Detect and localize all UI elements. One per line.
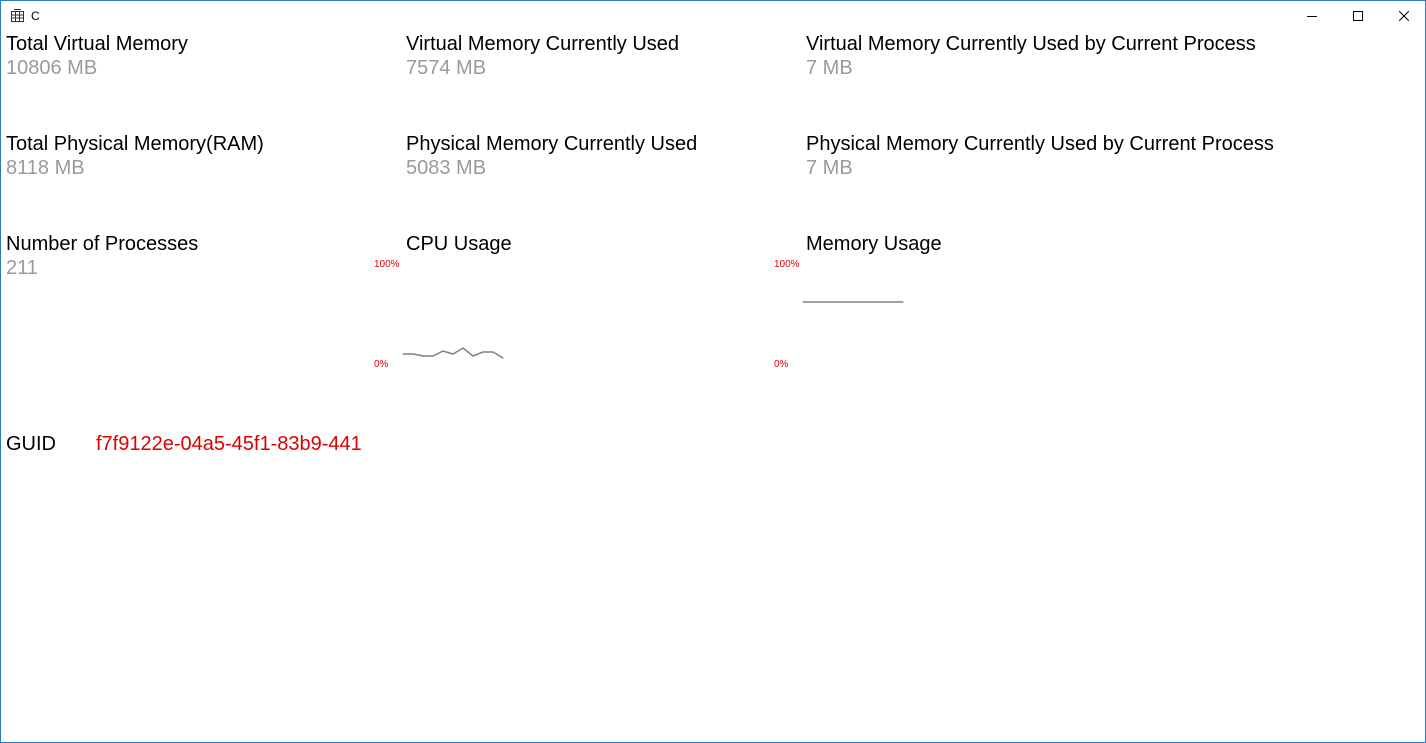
memory-usage-point <box>882 301 884 303</box>
cpu-usage-point <box>502 357 504 359</box>
physical-memory-used: Physical Memory Currently Used 5083 MB <box>406 132 697 180</box>
memory-usage-point <box>812 301 814 303</box>
memory-usage-point <box>902 301 904 303</box>
stat-value: 8118 MB <box>6 157 85 179</box>
title-bar[interactable]: C <box>1 1 1425 31</box>
stat-label: Total Virtual Memory <box>6 33 188 55</box>
cpu-usage-point <box>422 355 424 357</box>
cpu-usage-line <box>403 347 504 359</box>
window-title: C <box>31 9 40 23</box>
cpu-usage-point <box>452 353 454 355</box>
memory-usage-label: Memory Usage <box>806 233 942 255</box>
maximize-icon <box>1353 11 1363 21</box>
cpu-usage-section: CPU Usage <box>406 232 512 256</box>
stat-value: 7 MB <box>806 157 853 179</box>
memory-usage-section: Memory Usage <box>806 232 942 256</box>
stat-value: 10806 MB <box>6 57 98 79</box>
virtual-memory-process: Virtual Memory Currently Used by Current… <box>806 32 1256 80</box>
total-physical-memory: Total Physical Memory(RAM) 8118 MB <box>6 132 264 180</box>
cpu-usage-point <box>432 355 434 357</box>
memory-axis-max: 100% <box>774 259 800 270</box>
cpu-usage-point <box>492 351 494 353</box>
virtual-memory-used: Virtual Memory Currently Used 7574 MB <box>406 32 679 80</box>
memory-usage-point <box>872 301 874 303</box>
memory-axis-min: 0% <box>774 359 789 370</box>
cpu-usage-point <box>472 355 474 357</box>
guid-label: GUID <box>6 433 56 455</box>
cpu-usage-point <box>482 351 484 353</box>
stat-label: Total Physical Memory(RAM) <box>6 133 264 155</box>
number-of-processes: Number of Processes 211 <box>6 232 198 280</box>
cpu-usage-point <box>462 347 464 349</box>
cpu-axis-max: 100% <box>374 259 400 270</box>
memory-usage-chart <box>802 301 904 303</box>
cpu-usage-point <box>412 353 414 355</box>
memory-usage-point <box>892 301 894 303</box>
minimize-icon <box>1307 11 1317 21</box>
stat-value: 211 <box>6 257 38 279</box>
physical-memory-process: Physical Memory Currently Used by Curren… <box>806 132 1274 180</box>
stat-label: Physical Memory Currently Used by Curren… <box>806 133 1274 155</box>
memory-usage-point <box>862 301 864 303</box>
total-virtual-memory: Total Virtual Memory 10806 MB <box>6 32 188 80</box>
memory-usage-point <box>852 301 854 303</box>
memory-usage-point <box>822 301 824 303</box>
memory-usage-point <box>842 301 844 303</box>
app-grid-icon <box>11 9 24 22</box>
cpu-usage-point <box>402 353 404 355</box>
cpu-usage-label: CPU Usage <box>406 233 512 255</box>
memory-usage-point <box>832 301 834 303</box>
stat-label: Virtual Memory Currently Used by Current… <box>806 33 1256 55</box>
cpu-usage-point <box>442 350 444 352</box>
guid-value: f7f9122e-04a5-45f1-83b9-441 <box>96 433 362 455</box>
stat-label: Physical Memory Currently Used <box>406 133 698 155</box>
memory-usage-point <box>802 301 804 303</box>
minimize-button[interactable] <box>1289 1 1335 31</box>
cpu-usage-chart <box>402 347 504 359</box>
close-icon <box>1399 11 1409 21</box>
maximize-button[interactable] <box>1335 1 1381 31</box>
stat-value: 7574 MB <box>406 57 487 79</box>
cpu-axis-min: 0% <box>374 359 389 370</box>
app-window: C Total Virtual Memory 10806 MB Virtual … <box>0 0 1426 743</box>
stat-label: Number of Processes <box>6 233 199 255</box>
close-button[interactable] <box>1381 1 1425 31</box>
stat-value: 5083 MB <box>406 157 487 179</box>
stat-value: 7 MB <box>806 57 853 79</box>
stat-label: Virtual Memory Currently Used <box>406 33 680 55</box>
